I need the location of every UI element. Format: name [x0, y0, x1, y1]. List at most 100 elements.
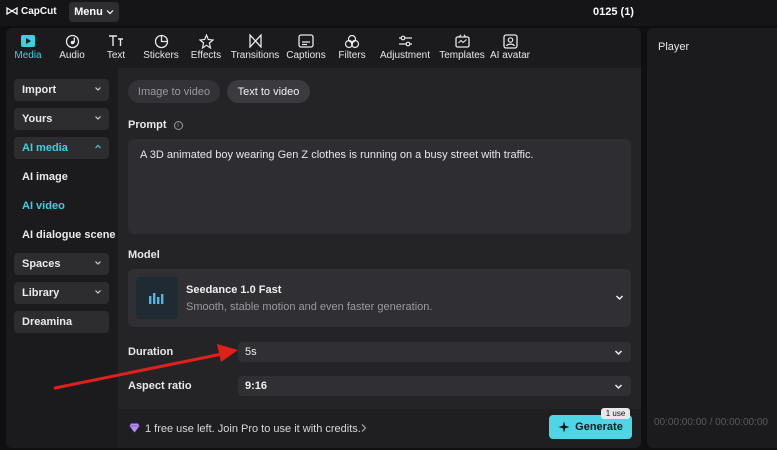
- aspect-ratio-select[interactable]: 9:16: [238, 376, 631, 396]
- transitions-icon: [247, 33, 263, 49]
- sparkle-icon: [558, 421, 570, 433]
- audio-icon: [64, 33, 80, 49]
- info-icon[interactable]: i: [173, 121, 183, 130]
- adjustment-icon: [397, 33, 413, 49]
- chevron-down-icon: [95, 116, 101, 120]
- tab-label: Transitions: [230, 50, 280, 61]
- model-thumbnail: [136, 277, 178, 319]
- tab-ai-avatar[interactable]: AI avatar: [488, 28, 532, 68]
- sidebar-item-ai-media[interactable]: AI media: [14, 137, 109, 159]
- chevron-down-icon: [614, 350, 623, 356]
- prompt-label: Prompt: [128, 119, 167, 131]
- capcut-logo-icon: [6, 6, 18, 16]
- tab-label: AI avatar: [489, 50, 531, 61]
- image-to-video-button[interactable]: Image to video: [128, 80, 220, 103]
- waveform-icon: [149, 293, 164, 304]
- sidebar-item-import[interactable]: Import: [14, 79, 109, 101]
- templates-icon: [454, 33, 470, 49]
- player-panel: Player 00:00:00:00 / 00:00:00:00: [647, 28, 777, 448]
- tab-effects[interactable]: Effects: [184, 28, 228, 68]
- model-select[interactable]: Seedance 1.0 Fast Smooth, stable motion …: [128, 269, 631, 327]
- sidebar-item-dreamina[interactable]: Dreamina: [14, 311, 109, 333]
- sidebar-item-label: Import: [22, 84, 57, 96]
- sidebar-item-spaces[interactable]: Spaces: [14, 253, 109, 275]
- generate-footer: 1 free use left. Join Pro to use it with…: [118, 408, 641, 448]
- model-name: Seedance 1.0 Fast: [186, 284, 282, 296]
- duration-label: Duration: [128, 346, 174, 358]
- sidebar-item-yours[interactable]: Yours: [14, 108, 109, 130]
- sidebar-item-label: Library: [22, 287, 60, 299]
- model-label: Model: [128, 249, 160, 261]
- stickers-icon: [153, 33, 169, 49]
- aspect-ratio-value: 9:16: [245, 380, 268, 392]
- media-sidebar: Import Yours AI media AI image AI video …: [6, 68, 118, 448]
- uses-badge: 1 use: [601, 408, 630, 419]
- text-to-video-button[interactable]: Text to video: [227, 80, 310, 103]
- chevron-down-icon: [95, 87, 101, 91]
- sidebar-item-ai-dialogue-scene[interactable]: AI dialogue scene: [14, 224, 116, 246]
- chevron-down-icon: [615, 295, 624, 301]
- prompt-label-row: Prompt i: [128, 119, 183, 131]
- chevron-down-icon: [614, 384, 623, 390]
- sidebar-item-label: Dreamina: [22, 316, 73, 328]
- tab-media[interactable]: Media: [6, 28, 50, 68]
- tab-label: Filters: [338, 50, 366, 61]
- project-title: 0125 (1): [593, 6, 634, 18]
- effects-icon: [198, 33, 214, 49]
- sidebar-item-label: Spaces: [22, 258, 61, 270]
- tab-adjustment[interactable]: Adjustment: [374, 28, 436, 68]
- sidebar-item-label: AI media: [22, 142, 68, 154]
- chevron-down-icon: [106, 10, 114, 15]
- model-description: Smooth, stable motion and even faster ge…: [186, 301, 433, 313]
- ai-avatar-icon: [502, 33, 518, 49]
- generate-label: Generate: [575, 421, 623, 433]
- tab-stickers[interactable]: Stickers: [138, 28, 184, 68]
- tab-audio[interactable]: Audio: [50, 28, 94, 68]
- tab-transitions[interactable]: Transitions: [228, 28, 282, 68]
- tab-filters[interactable]: Filters: [330, 28, 374, 68]
- sidebar-item-label: Yours: [22, 113, 53, 125]
- diamond-icon: [129, 423, 140, 433]
- capcut-logo: CapCut: [6, 5, 57, 17]
- sidebar-item-ai-video[interactable]: AI video: [14, 195, 109, 217]
- ai-video-content: Image to video Text to video Prompt i A …: [118, 68, 641, 448]
- tab-label: Templates: [439, 50, 485, 61]
- capcut-app: CapCut Menu 0125 (1) Media Audio Text St…: [0, 0, 777, 450]
- tab-templates[interactable]: Templates: [436, 28, 488, 68]
- tab-label: Stickers: [143, 50, 179, 61]
- free-use-text[interactable]: 1 free use left. Join Pro to use it with…: [145, 423, 361, 435]
- filters-icon: [344, 33, 360, 49]
- tab-label: Audio: [59, 50, 85, 61]
- duration-value: 5s: [245, 346, 257, 358]
- sidebar-item-label: AI dialogue scene: [22, 229, 116, 241]
- duration-select[interactable]: 5s: [238, 342, 631, 362]
- chevron-up-icon: [95, 144, 101, 149]
- media-icon: [20, 33, 36, 49]
- top-bar: CapCut Menu 0125 (1): [0, 0, 777, 26]
- captions-icon: [298, 33, 314, 49]
- sidebar-item-library[interactable]: Library: [14, 282, 109, 304]
- chevron-right-icon[interactable]: [360, 423, 368, 433]
- sidebar-item-label: AI image: [22, 171, 68, 183]
- tab-text[interactable]: Text: [94, 28, 138, 68]
- tab-label: Captions: [286, 50, 326, 61]
- logo-text: CapCut: [21, 5, 57, 17]
- tab-label: Adjustment: [379, 50, 431, 61]
- tab-label: Text: [106, 50, 126, 61]
- prompt-input[interactable]: A 3D animated boy wearing Gen Z clothes …: [128, 139, 631, 234]
- sidebar-item-label: AI video: [22, 200, 65, 212]
- player-timecode: 00:00:00:00 / 00:00:00:00: [654, 417, 768, 428]
- tab-captions[interactable]: Captions: [282, 28, 330, 68]
- chevron-down-icon: [95, 261, 101, 265]
- chevron-down-icon: [95, 290, 101, 294]
- media-panel: Media Audio Text Stickers Effects Transi…: [6, 28, 641, 448]
- sidebar-item-ai-image[interactable]: AI image: [14, 166, 109, 188]
- prompt-text: A 3D animated boy wearing Gen Z clothes …: [140, 149, 534, 161]
- tab-label: Effects: [190, 50, 222, 61]
- text-icon: [108, 33, 124, 49]
- menu-label: Menu: [74, 6, 103, 18]
- aspect-ratio-label: Aspect ratio: [128, 380, 192, 392]
- tab-label: Media: [14, 50, 42, 61]
- toolbar-tabs: Media Audio Text Stickers Effects Transi…: [6, 28, 641, 68]
- menu-button[interactable]: Menu: [69, 2, 119, 22]
